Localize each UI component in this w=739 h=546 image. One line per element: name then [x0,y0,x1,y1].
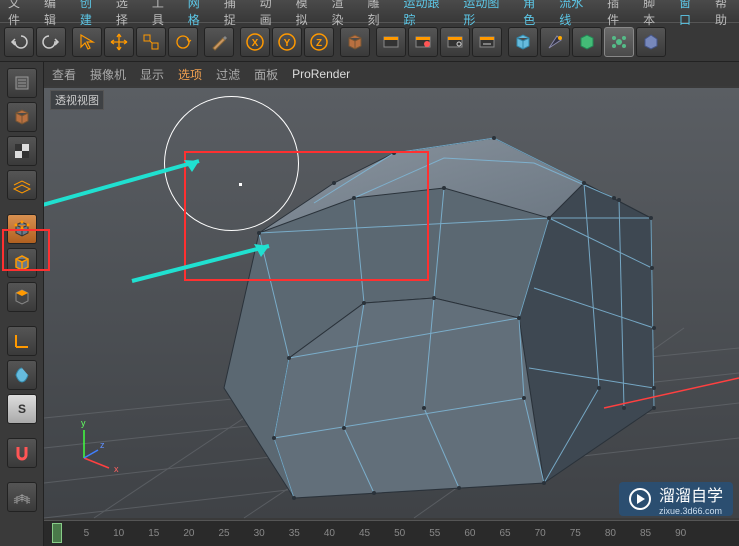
make-editable-button[interactable] [7,68,37,98]
menu-动画[interactable]: 动画 [260,0,284,28]
timeline-tick: 75 [570,528,581,539]
timeline-tick: 70 [535,528,546,539]
vmenu-ProRender[interactable]: ProRender [292,67,350,81]
picture-viewer-button[interactable] [472,27,502,57]
menu-运动图形[interactable]: 运动图形 [463,0,511,28]
menu-脚本[interactable]: 脚本 [643,0,667,28]
magnet-button[interactable] [7,438,37,468]
menu-窗口[interactable]: 窗口 [679,0,703,28]
timeline-tick: 65 [500,528,511,539]
menu-创建[interactable]: 创建 [80,0,104,28]
vmenu-选项[interactable]: 选项 [178,66,202,83]
svg-text:y: y [81,418,86,428]
svg-text:Y: Y [284,38,291,49]
vmenu-查看[interactable]: 查看 [52,66,76,83]
watermark-badge: 溜溜自学 zixue.3d66.com [619,482,733,516]
menu-捕捉[interactable]: 捕捉 [224,0,248,28]
undo-button[interactable] [4,27,34,57]
brush-center-dot [239,183,242,186]
svg-text:X: X [252,38,259,49]
z-axis-button[interactable]: Z [304,27,334,57]
watermark-text: 溜溜自学 [659,482,723,506]
menu-流水线[interactable]: 流水线 [559,0,595,28]
axis-button[interactable] [7,326,37,356]
rotate-tool-button[interactable] [168,27,198,57]
vmenu-面板[interactable]: 面板 [254,66,278,83]
vmenu-摄像机[interactable]: 摄像机 [90,66,126,83]
play-icon [629,488,651,510]
menu-工具[interactable]: 工具 [152,0,176,28]
timeline-tick: 60 [464,528,475,539]
generator-button[interactable] [572,27,602,57]
workplane-grid-button[interactable] [7,482,37,512]
coord-system-button[interactable] [340,27,370,57]
svg-text:x: x [114,464,119,474]
viewport-panel: 查看摄像机显示选项过滤面板 ProRender 透视视图 [44,62,739,546]
timeline-tick: 80 [605,528,616,539]
timeline-tick: 35 [289,528,300,539]
timeline-playhead[interactable] [52,523,62,543]
timeline-tick: 85 [640,528,651,539]
timeline-ruler[interactable]: 051015202530354045505560657075808590 [44,520,739,546]
snap-button[interactable]: S [7,394,37,424]
polygon-mode-button[interactable] [7,282,37,312]
main-menu-bar: 文件编辑创建选择工具网格捕捉动画模拟渲染雕刻运动跟踪运动图形角色流水线插件脚本窗… [0,0,739,22]
model-mode-button[interactable] [7,102,37,132]
perspective-viewport[interactable]: 透视视图 [44,86,739,520]
menu-插件[interactable]: 插件 [607,0,631,28]
deformer-button[interactable] [604,27,634,57]
timeline-tick: 25 [219,528,230,539]
svg-text:z: z [100,440,105,450]
primitive-cube-button[interactable] [508,27,538,57]
menu-网格[interactable]: 网格 [188,0,212,28]
y-axis-button[interactable]: Y [272,27,302,57]
timeline-tick: 5 [84,528,90,539]
svg-text:Z: Z [316,38,322,49]
timeline-tick: 30 [254,528,265,539]
menu-编辑[interactable]: 编辑 [44,0,68,28]
viewport-label: 透视视图 [50,90,104,110]
main-toolbar: X Y Z [0,22,739,62]
redo-button[interactable] [36,27,66,57]
render-settings-button[interactable] [440,27,470,57]
timeline-tick: 20 [183,528,194,539]
menu-渲染[interactable]: 渲染 [332,0,356,28]
workplane-mode-button[interactable] [7,170,37,200]
watermark-sub: zixue.3d66.com [659,506,723,516]
timeline-tick: 55 [429,528,440,539]
menu-帮助[interactable]: 帮助 [715,0,739,28]
timeline-tick: 45 [359,528,370,539]
timeline-tick: 50 [394,528,405,539]
timeline-tick: 10 [113,528,124,539]
svg-text:S: S [17,402,25,416]
menu-选择[interactable]: 选择 [116,0,140,28]
spline-pen-button[interactable] [540,27,570,57]
menu-角色[interactable]: 角色 [523,0,547,28]
menu-文件[interactable]: 文件 [8,0,32,28]
texture-mode-button[interactable] [7,136,37,166]
menu-运动跟踪[interactable]: 运动跟踪 [403,0,451,28]
vmenu-过滤[interactable]: 过滤 [216,66,240,83]
environment-button[interactable] [636,27,666,57]
live-select-button[interactable] [72,27,102,57]
recent-tool-button[interactable] [204,27,234,57]
move-tool-button[interactable] [104,27,134,57]
render-region-button[interactable] [408,27,438,57]
x-axis-button[interactable]: X [240,27,270,57]
timeline-tick: 15 [148,528,159,539]
scale-tool-button[interactable] [136,27,166,57]
timeline-tick: 40 [324,528,335,539]
menu-模拟[interactable]: 模拟 [296,0,320,28]
menu-雕刻[interactable]: 雕刻 [368,0,392,28]
edge-mode-button[interactable] [7,248,37,278]
vmenu-显示[interactable]: 显示 [140,66,164,83]
mode-toolbar: S [0,62,44,546]
timeline-tick: 90 [675,528,686,539]
viewport-menu-bar: 查看摄像机显示选项过滤面板 ProRender [44,62,739,86]
render-view-button[interactable] [376,27,406,57]
viewport-solo-button[interactable] [7,360,37,390]
point-mode-button[interactable] [7,214,37,244]
viewport-canvas: x y z [44,86,739,520]
